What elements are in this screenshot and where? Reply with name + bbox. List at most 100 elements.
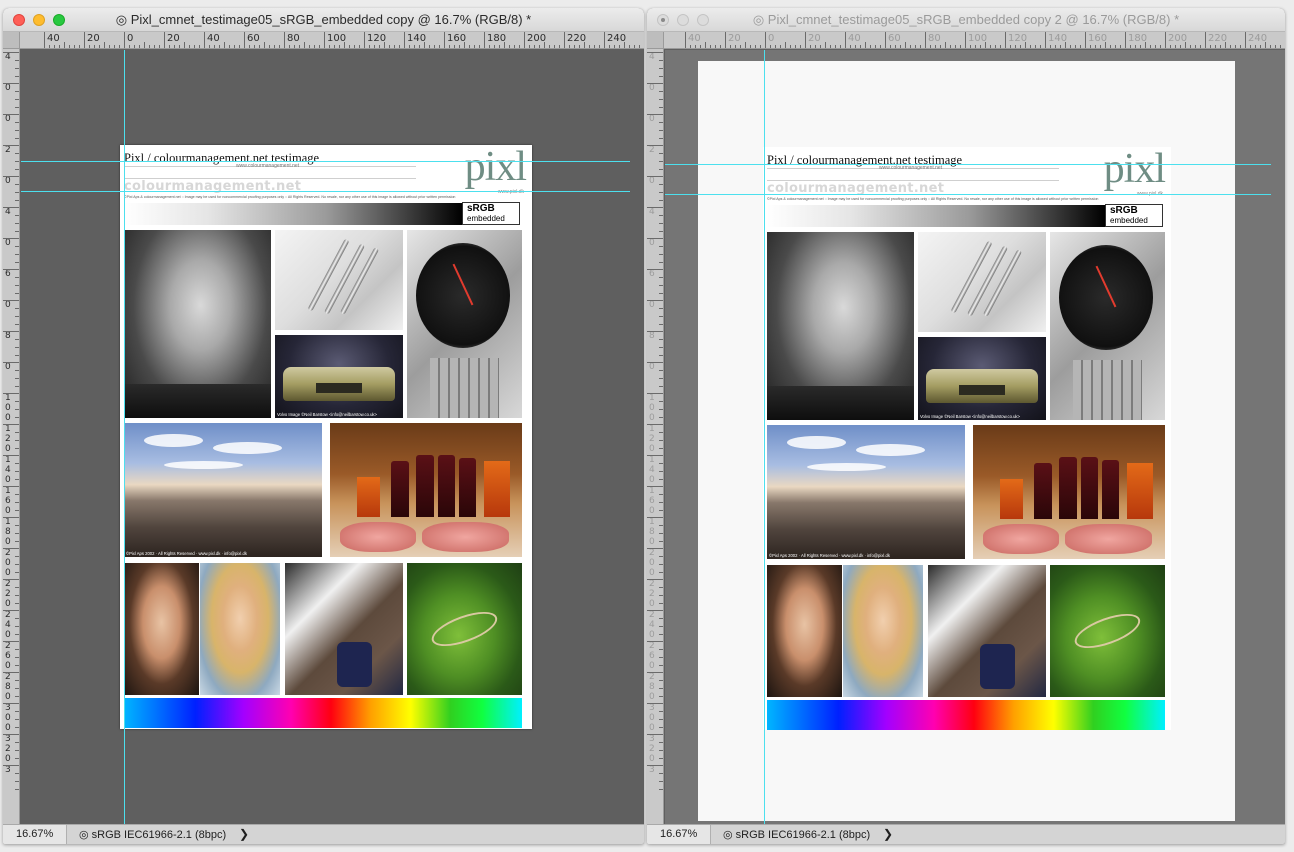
ruler-subtick [647,83,663,84]
test-image-document[interactable]: Pixl / colourmanagement.net testimage pi… [763,147,1171,730]
photo-bw-figure [124,230,271,418]
ruler-label: 8 [5,331,11,341]
ruler-label: 0 [127,33,134,44]
ruler-label: 1 2 0 [5,424,11,454]
ruler-subtick [15,564,19,565]
vertical-ruler[interactable]: 4 0 0 2 0 4 0 6 0 8 0 1 0 01 2 01 4 01 6 01 8 02 0 … [3,49,20,824]
ruler-subtick [3,207,19,208]
ruler-subtick [1250,45,1251,48]
ruler-subtick [860,45,861,48]
ruler-subtick [1175,45,1176,48]
ruler-tick [204,32,205,48]
ruler-subtick [647,300,663,301]
car-caption: Volvo Image ©Neil Barstow <info@neilbars… [277,412,377,417]
ruler-subtick [659,417,663,418]
ruler-origin[interactable] [3,32,20,49]
ruler-label: 40 [688,33,701,44]
badge-title: sRGB [467,203,495,214]
ruler-subtick [579,45,580,48]
ruler-subtick [15,665,19,666]
document-window-1[interactable]: ◎ Pixl_cmnet_testimage05_sRGB_embedded c… [3,8,644,844]
zoom-level[interactable]: 16.67% [647,825,711,844]
ruler-subtick [1280,45,1281,48]
ruler-subtick [3,703,19,704]
ruler-label: 3 2 0 [649,734,655,764]
zoom-level[interactable]: 16.67% [3,825,67,844]
ruler-subtick [429,45,430,48]
ruler-label: 0 [649,362,655,372]
ruler-subtick [975,45,976,48]
ruler-origin[interactable] [647,32,664,49]
ruler-subtick [449,45,450,48]
ruler-subtick [15,587,19,588]
status-bar: 16.67% ◎ sRGB IEC61966-2.1 (8bpc) ❯ [3,824,644,844]
guide-vertical[interactable] [764,50,765,824]
grayscale-ramp [124,203,462,225]
photo-portrait-2 [200,563,280,695]
horizontal-ruler[interactable]: 40 20 0 20 40 60 80 100 120 140 160 180 200 220 240 [647,32,1285,49]
guide-horizontal[interactable] [665,164,1271,165]
ruler-tick [444,32,445,48]
vertical-scrollbar[interactable] [1271,50,1285,824]
ruler-subtick [399,45,400,48]
ruler-subtick [647,424,663,425]
ruler-subtick [659,432,663,433]
copyright-notice: ©Pixl Aps & colourmanagement.net :: Imag… [767,197,1099,201]
ruler-subtick [800,45,801,48]
ruler-subtick [154,45,155,48]
ruler-subtick [659,223,663,224]
ruler-subtick [1020,45,1021,48]
horizontal-ruler[interactable]: 40 20 0 20 40 60 80 100 120 140 160 180 200 220 240 [3,32,644,49]
ruler-subtick [659,603,663,604]
ruler-subtick [1265,42,1266,48]
title-bar[interactable]: ◎ Pixl_cmnet_testimage05_sRGB_embedded c… [3,8,644,32]
ruler-subtick [795,45,796,48]
title-bar[interactable]: ◎ Pixl_cmnet_testimage05_sRGB_embedded c… [647,8,1285,32]
ruler-tick [925,32,926,48]
ruler-label: 1 4 0 [5,455,11,485]
ruler-subtick [15,262,19,263]
guide-horizontal[interactable] [665,194,1271,195]
document-window-2[interactable]: ◎ Pixl_cmnet_testimage05_sRGB_embedded c… [647,8,1285,844]
status-menu-arrow[interactable]: ❯ [239,827,249,841]
ruler-subtick [659,153,663,154]
ruler-subtick [659,789,663,790]
ruler-subtick [634,45,635,48]
vertical-scrollbar[interactable] [630,50,644,824]
canvas-area[interactable]: Pixl / colourmanagement.net testimage pi… [665,50,1271,824]
ruler-subtick [329,45,330,48]
ruler-subtick [1230,45,1231,48]
ruler-subtick [647,734,663,735]
ruler-subtick [3,455,19,456]
ruler-subtick [647,610,663,611]
ruler-subtick [15,409,19,410]
ruler-subtick [659,254,663,255]
ruler-subtick [15,556,19,557]
ruler-label: 2 0 0 [5,548,11,578]
ruler-label: 0 [5,176,11,186]
ruler-subtick [3,393,19,394]
guide-vertical[interactable] [124,50,125,824]
ruler-subtick [15,502,19,503]
ruler-subtick [15,750,19,751]
status-menu-arrow[interactable]: ❯ [883,827,893,841]
guide-horizontal[interactable] [21,191,630,192]
ruler-subtick [219,45,220,48]
ruler-subtick [49,45,50,48]
ruler-subtick [659,215,663,216]
vertical-ruler[interactable]: 4 0 0 2 0 4 0 6 0 8 0 1 0 01 2 01 4 01 6 01 8 02 0 … [647,49,664,824]
ruler-subtick [1120,45,1121,48]
ruler-subtick [1055,45,1056,48]
ruler-subtick [659,316,663,317]
ruler-subtick [214,45,215,48]
ruler-subtick [890,45,891,48]
color-profile-info: ◎ sRGB IEC61966-2.1 (8bpc) [723,829,871,841]
ruler-subtick [3,517,19,518]
canvas-area[interactable]: Pixl / colourmanagement.net testimage pi… [21,50,630,824]
guide-horizontal[interactable] [21,161,630,162]
test-image-document[interactable]: Pixl / colourmanagement.net testimage pi… [120,145,532,729]
ruler-subtick [419,45,420,48]
ruler-subtick [730,45,731,48]
ruler-subtick [1150,45,1151,48]
ruler-subtick [659,440,663,441]
